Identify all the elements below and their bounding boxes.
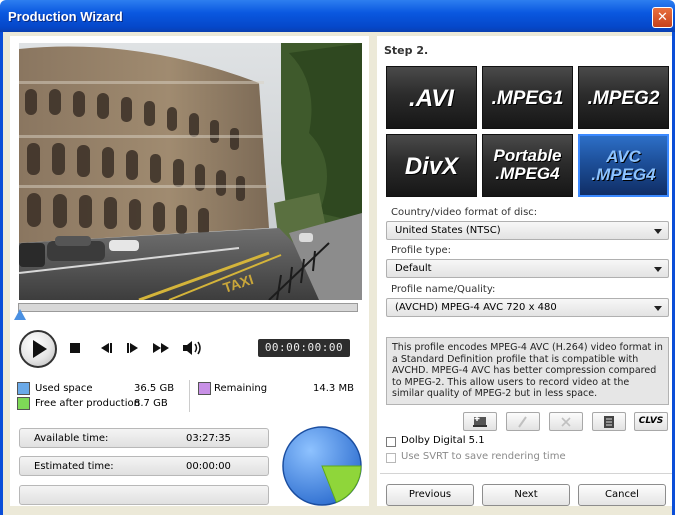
- format-portable-mpeg4-button[interactable]: Portable .MPEG4: [482, 134, 573, 197]
- volume-icon: [183, 341, 201, 355]
- profile-list-icon: [604, 416, 614, 428]
- used-space-label: Used space: [35, 383, 93, 394]
- delete-profile-button[interactable]: [549, 412, 583, 431]
- cancel-button[interactable]: Cancel: [578, 484, 666, 506]
- title-bar: Production Wizard ✕: [0, 0, 675, 32]
- format-avc-line1: AVC: [606, 147, 641, 166]
- timeline-scrubber[interactable]: [18, 303, 358, 312]
- new-profile-button[interactable]: [463, 412, 497, 431]
- profile-type-select[interactable]: Default: [386, 259, 669, 278]
- next-frame-icon: [127, 343, 138, 353]
- window-title: Production Wizard: [8, 9, 123, 24]
- estimated-time-value: 00:00:00: [186, 461, 231, 472]
- remaining-label: Remaining: [214, 383, 268, 394]
- previous-frame-button[interactable]: [96, 341, 114, 355]
- remaining-value: 14.3 MB: [313, 383, 354, 394]
- format-avc-line2: .MPEG4: [591, 165, 656, 184]
- remaining-swatch: [198, 382, 211, 395]
- country-format-label: Country/video format of disc:: [391, 207, 538, 218]
- timecode-display: 00:00:00:00: [258, 339, 350, 357]
- play-icon: [33, 340, 47, 358]
- format-mpeg2-label: .MPEG2: [587, 88, 660, 109]
- format-mpeg1-button[interactable]: .MPEG1: [482, 66, 573, 129]
- next-frame-button[interactable]: [125, 341, 143, 355]
- svrt-label: Use SVRT to save rendering time: [401, 451, 566, 462]
- estimated-time-box: Estimated time: 00:00:00: [19, 456, 269, 476]
- step-title: Step 2.: [384, 44, 429, 57]
- prev-frame-icon: [101, 343, 112, 353]
- stop-icon: [70, 343, 80, 353]
- available-time-box: Available time: 03:27:35: [19, 428, 269, 448]
- format-mpeg1-label: .MPEG1: [491, 88, 564, 109]
- close-icon: ✕: [657, 10, 668, 25]
- stop-button[interactable]: [68, 341, 82, 355]
- new-profile-icon: [473, 416, 487, 427]
- volume-button[interactable]: [181, 340, 203, 356]
- footer-divider: [380, 473, 672, 474]
- country-format-select[interactable]: United States (NTSC): [386, 221, 669, 240]
- format-portable-line1: Portable: [493, 146, 562, 165]
- country-format-value: United States (NTSC): [395, 225, 501, 236]
- profile-name-value: (AVCHD) MPEG-4 AVC 720 x 480: [395, 302, 557, 313]
- used-space-swatch: [17, 382, 30, 395]
- video-preview: TAXI: [19, 43, 362, 300]
- edit-profile-icon: [518, 416, 527, 428]
- svrt-checkbox[interactable]: [386, 453, 396, 463]
- profile-description: This profile encodes MPEG-4 AVC (H.264) …: [386, 337, 669, 405]
- format-mpeg2-button[interactable]: .MPEG2: [578, 66, 669, 129]
- previous-button[interactable]: Previous: [386, 484, 474, 506]
- preview-image: TAXI: [19, 43, 362, 300]
- next-button[interactable]: Next: [482, 484, 570, 506]
- delete-profile-icon: [561, 417, 571, 427]
- profile-type-value: Default: [395, 263, 432, 274]
- profile-type-label: Profile type:: [391, 245, 451, 256]
- edit-profile-button[interactable]: [506, 412, 540, 431]
- format-divx-button[interactable]: DivX: [386, 134, 477, 197]
- dolby-digital-checkbox[interactable]: [386, 437, 396, 447]
- chevron-down-icon: [654, 229, 662, 234]
- available-time-label: Available time:: [34, 433, 109, 444]
- format-avc-mpeg4-button[interactable]: AVC .MPEG4: [578, 134, 669, 197]
- format-divx-label: DivX: [404, 153, 459, 180]
- estimated-time-label: Estimated time:: [34, 461, 114, 472]
- free-after-production-label: Free after production: [35, 398, 140, 409]
- close-button[interactable]: ✕: [652, 7, 673, 28]
- format-portable-line2: .MPEG4: [495, 164, 560, 183]
- fast-forward-button[interactable]: [151, 341, 173, 355]
- format-avi-button[interactable]: .AVI: [386, 66, 477, 129]
- used-space-value: 36.5 GB: [134, 383, 175, 394]
- free-after-production-value: 8.7 GB: [134, 398, 168, 409]
- chevron-down-icon: [654, 267, 662, 272]
- available-time-value: 03:27:35: [186, 433, 231, 444]
- free-space-swatch: [17, 397, 30, 410]
- chevron-down-icon: [654, 306, 662, 311]
- dolby-digital-label: Dolby Digital 5.1: [401, 435, 485, 446]
- format-avi-label: .AVI: [409, 85, 454, 112]
- profile-name-select[interactable]: (AVCHD) MPEG-4 AVC 720 x 480: [386, 298, 669, 317]
- disk-usage-pie: [282, 426, 362, 506]
- scrubber-thumb[interactable]: [14, 309, 26, 320]
- fast-forward-icon: [153, 343, 169, 353]
- legend-divider: [189, 380, 190, 412]
- progress-bar: [19, 485, 269, 505]
- profile-list-button[interactable]: [592, 412, 626, 431]
- play-button[interactable]: [19, 330, 57, 368]
- clvs-button[interactable]: CLVS: [634, 412, 668, 431]
- profile-name-label: Profile name/Quality:: [391, 284, 496, 295]
